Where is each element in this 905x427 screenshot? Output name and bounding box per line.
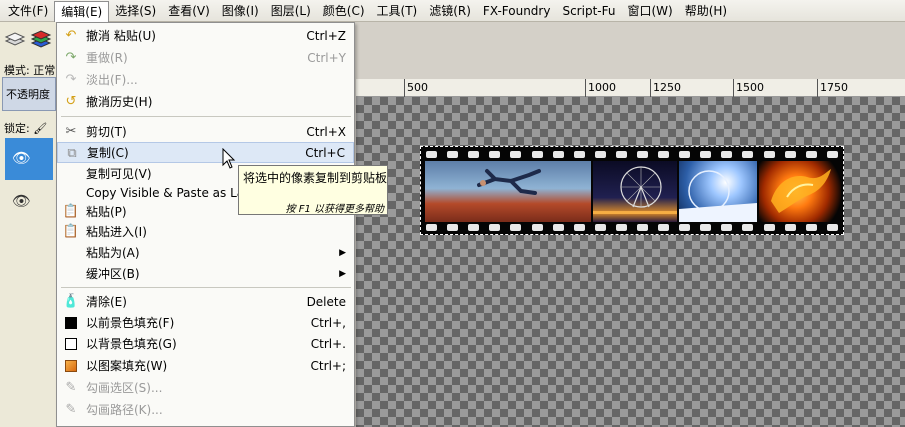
menu-edit[interactable]: 编辑(E) — [54, 0, 110, 23]
edit-menu-dropdown: ↶ 撤消 粘贴(U) Ctrl+Z ↷ 重做(R) Ctrl+Y ↷ 淡出(F)… — [56, 22, 355, 427]
ruler-label: 1500 — [736, 81, 764, 94]
menu-item-stroke-selection[interactable]: ✎ 勾画选区(S)... — [57, 377, 354, 398]
stroke-path-icon: ✎ — [65, 402, 77, 417]
fade-icon: ↷ — [65, 72, 77, 87]
menu-tools[interactable]: 工具(T) — [371, 1, 424, 21]
eye-icon[interactable]: 👁 — [12, 149, 31, 167]
menu-separator — [61, 116, 351, 117]
eye-icon[interactable]: 👁 — [12, 192, 31, 210]
redo-icon: ↷ — [65, 50, 77, 65]
menu-item-stroke-path[interactable]: ✎ 勾画路径(K)... — [57, 399, 354, 420]
menu-colors[interactable]: 颜色(C) — [317, 1, 371, 21]
undo-icon: ↶ — [65, 28, 77, 43]
gimp-window: 文件(F) 编辑(E) 选择(S) 查看(V) 图像(I) 图层(L) 颜色(C… — [0, 0, 905, 427]
photo-crystal-ball — [679, 161, 757, 222]
menu-item-undo[interactable]: ↶ 撤消 粘贴(U) Ctrl+Z — [57, 25, 354, 46]
brush-icon[interactable]: 🖌 — [33, 122, 47, 135]
lock-label: 锁定: 🖌 — [4, 122, 48, 135]
fire-horse-figure — [771, 169, 831, 213]
opacity-slider[interactable]: 不透明度 — [2, 77, 56, 111]
submenu-arrow-icon: ▶ — [339, 247, 346, 258]
runner-figure — [477, 169, 541, 195]
menu-script-fu[interactable]: Script-Fu — [556, 1, 621, 21]
layers-panel: 模式: 正常 不透明度 锁定: 🖌 👁 👁 — [0, 22, 58, 427]
stroke-selection-icon: ✎ — [65, 380, 77, 395]
crystal-ball-figure — [679, 170, 757, 222]
ruler-label: 1000 — [588, 81, 616, 94]
filmstrip-image[interactable] — [420, 146, 844, 235]
fg-fill-icon — [63, 315, 79, 331]
bg-fill-icon — [63, 336, 79, 352]
menu-item-cut[interactable]: ✂ 剪切(T) Ctrl+X — [57, 121, 354, 142]
photo-ferris-wheel — [593, 161, 677, 222]
tooltip: 将选中的像素复制到剪贴板 按 F1 以获得更多帮助 — [238, 165, 388, 215]
menu-help[interactable]: 帮助(H) — [679, 1, 733, 21]
layers-stack-icon[interactable] — [4, 28, 26, 50]
menubar: 文件(F) 编辑(E) 选择(S) 查看(V) 图像(I) 图层(L) 颜色(C… — [0, 0, 905, 23]
menu-separator — [61, 287, 351, 288]
paste-icon: 📋 — [62, 204, 80, 219]
ferris-wheel-figure — [593, 166, 677, 214]
scissors-icon: ✂ — [65, 124, 77, 139]
menu-item-paste-as[interactable]: 粘贴为(A) ▶ — [57, 242, 354, 263]
film-perforations-bottom — [421, 221, 843, 233]
undo-history-icon: ↺ — [65, 94, 77, 109]
submenu-arrow-icon: ▶ — [339, 268, 346, 279]
menu-windows[interactable]: 窗口(W) — [621, 1, 678, 21]
photo-fire-horse — [759, 161, 841, 222]
menu-item-clear[interactable]: 🧴 清除(E) Delete — [57, 291, 354, 312]
tooltip-hint: 按 F1 以获得更多帮助 — [285, 204, 384, 215]
ruler-label: 500 — [407, 81, 428, 94]
menu-item-undo-history[interactable]: ↺ 撤消历史(H) — [57, 91, 354, 112]
ruler-label: 1750 — [820, 81, 848, 94]
copy-icon: ⧉ — [67, 146, 77, 161]
menu-item-buffer[interactable]: 缓冲区(B) ▶ — [57, 263, 354, 284]
menu-item-fill-pattern[interactable]: 以图案填充(W) Ctrl+; — [57, 355, 354, 376]
mouse-cursor-icon — [222, 148, 236, 169]
menu-file[interactable]: 文件(F) — [2, 1, 54, 21]
clear-icon: 🧴 — [62, 294, 80, 309]
menu-select[interactable]: 选择(S) — [109, 1, 162, 21]
tooltip-text: 将选中的像素复制到剪贴板 — [243, 171, 388, 185]
mode-label: 模式: 正常 — [4, 64, 56, 77]
menu-filters[interactable]: 滤镜(R) — [423, 1, 477, 21]
menu-item-redo[interactable]: ↷ 重做(R) Ctrl+Y — [57, 47, 354, 68]
channels-icon[interactable] — [30, 28, 52, 50]
menu-item-fill-fg[interactable]: 以前景色填充(F) Ctrl+, — [57, 312, 354, 333]
film-perforations-top — [421, 148, 843, 160]
photo-runner — [425, 161, 591, 222]
menu-view[interactable]: 查看(V) — [162, 1, 216, 21]
pattern-fill-icon — [63, 358, 79, 374]
menu-item-fill-bg[interactable]: 以背景色填充(G) Ctrl+. — [57, 333, 354, 354]
horizontal-ruler[interactable]: 500 1000 1250 1500 1750 — [356, 79, 905, 97]
paste-into-icon: 📋 — [62, 224, 80, 239]
menu-item-fade[interactable]: ↷ 淡出(F)... — [57, 69, 354, 90]
menu-fx-foundry[interactable]: FX-Foundry — [477, 1, 557, 21]
menu-image[interactable]: 图像(I) — [216, 1, 265, 21]
menu-item-paste-into[interactable]: 📋 粘贴进入(I) — [57, 221, 354, 242]
menu-layer[interactable]: 图层(L) — [265, 1, 317, 21]
ruler-label: 1250 — [653, 81, 681, 94]
menu-item-copy[interactable]: ⧉ 复制(C) Ctrl+C — [57, 142, 354, 163]
opacity-label: 不透明度 — [6, 88, 50, 101]
